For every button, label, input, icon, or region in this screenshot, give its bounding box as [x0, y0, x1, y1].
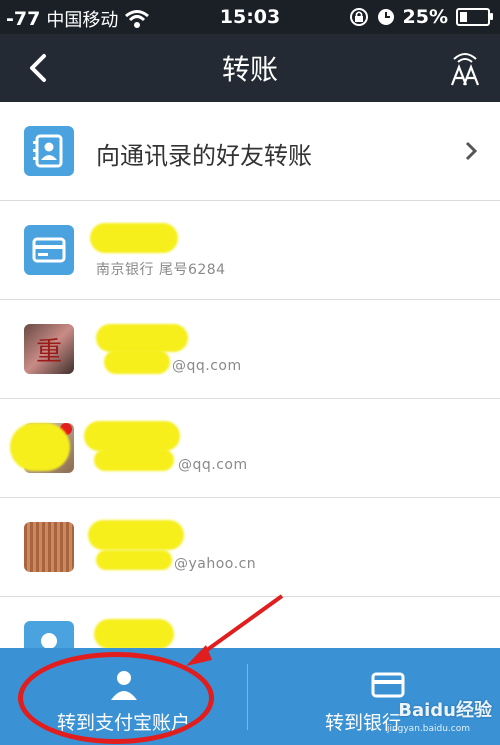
redaction-mark [10, 423, 70, 471]
recent-item[interactable]: @qq.com [0, 399, 500, 498]
contacts-transfer-item[interactable]: 向通讯录的好友转账 [0, 102, 500, 201]
recent-item[interactable]: @yahoo.cn [0, 498, 500, 597]
contacts-book-icon [24, 126, 74, 176]
font-size-icon[interactable] [448, 47, 482, 87]
battery-fill [460, 12, 467, 22]
redaction-mark [90, 223, 178, 253]
status-bar: -77 中国移动 15:03 25% [0, 0, 500, 34]
page-title: 转账 [221, 53, 278, 86]
watermark-logo: Baidu经验 [398, 700, 492, 721]
redaction-mark [96, 324, 188, 352]
recent-account: @qq.com [172, 358, 242, 374]
svg-text:重: 重 [36, 337, 62, 367]
redaction-mark [84, 421, 180, 451]
bank-card-icon [24, 225, 74, 275]
battery-percent: 25% [402, 6, 448, 28]
redaction-mark [94, 619, 174, 649]
chevron-right-icon [465, 141, 478, 161]
phone-screen: -77 中国移动 15:03 25% 转账 向通讯录的好友转账 南京银行 尾号6… [0, 0, 500, 745]
annotation-ellipse [18, 652, 214, 744]
recent-item[interactable]: 南京银行 尾号6284 [0, 201, 500, 300]
alarm-icon [377, 9, 394, 25]
recent-account: @qq.com [178, 457, 248, 473]
recent-account: @yahoo.cn [174, 556, 257, 572]
redaction-mark [96, 550, 172, 570]
redaction-mark [104, 350, 170, 374]
tab-divider [247, 664, 248, 730]
redaction-mark [94, 449, 174, 471]
contacts-transfer-label: 向通讯录的好友转账 [96, 142, 312, 170]
rotation-lock-icon [349, 8, 368, 26]
recent-account: 南京银行 尾号6284 [96, 262, 226, 278]
recent-item[interactable]: 重 @qq.com [0, 300, 500, 399]
status-right: 25% [349, 6, 493, 28]
photo-avatar [24, 522, 74, 572]
battery-icon [456, 8, 493, 26]
photo-avatar: 重 [24, 324, 74, 374]
nav-bar: 转账 [0, 34, 500, 102]
watermark-url: jingyan.baidu.com [386, 724, 470, 734]
redaction-mark [88, 520, 184, 550]
